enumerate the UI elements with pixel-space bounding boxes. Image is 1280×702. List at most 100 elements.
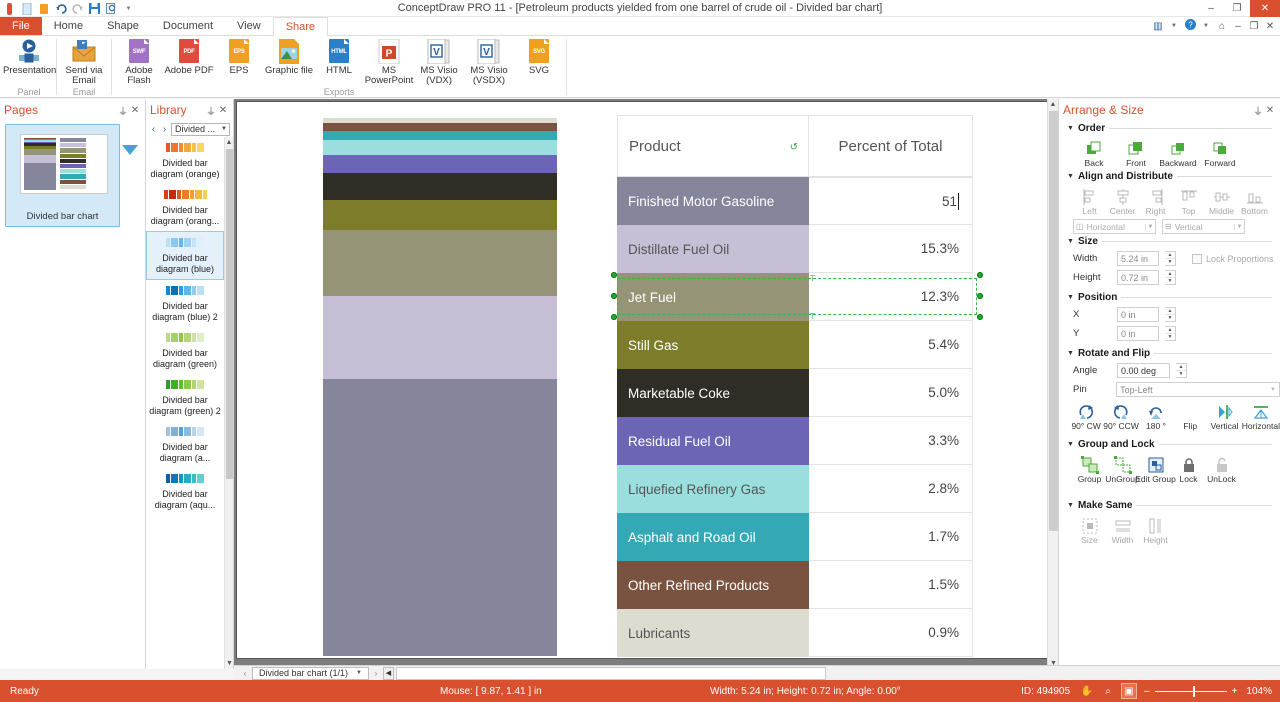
- panel-button-horizontal[interactable]: Horizontal: [1242, 403, 1280, 432]
- bar-segment-jet-fuel[interactable]: [323, 230, 557, 297]
- height-stepper[interactable]: ▲▼: [1165, 270, 1176, 285]
- page-prev-icon[interactable]: ‹: [240, 669, 250, 678]
- panel-button-right[interactable]: Right: [1139, 188, 1172, 217]
- bar-segment-still-gas[interactable]: [323, 200, 557, 229]
- table-row[interactable]: Other Refined Products1.5%: [617, 561, 973, 609]
- table-row[interactable]: Still Gas5.4%: [617, 321, 973, 369]
- pin-icon[interactable]: ⏚: [1252, 103, 1264, 118]
- library-item[interactable]: Divided bar diagram (blue): [146, 231, 224, 280]
- page-tab-bar[interactable]: ‹ Divided bar chart (1/1) ▼ › ◀: [234, 665, 1280, 680]
- table-cell-percent[interactable]: 12.3%: [809, 273, 973, 321]
- ribbon-button-ms-powerpoint[interactable]: PMS PowerPoint: [364, 36, 414, 86]
- table-row[interactable]: Residual Fuel Oil3.3%: [617, 417, 973, 465]
- close-button[interactable]: ✕: [1250, 0, 1280, 17]
- fit-page-tool-icon[interactable]: ▣: [1122, 684, 1136, 698]
- layout-dropdown-icon[interactable]: ▼: [1168, 23, 1180, 29]
- scrollbar-thumb[interactable]: [1049, 111, 1058, 531]
- ribbon-tab-strip[interactable]: FileHomeShapeDocumentViewShare: [0, 17, 1280, 36]
- table-cell-product[interactable]: Liquefied Refinery Gas: [617, 465, 809, 513]
- library-scrollbar[interactable]: ▲ ▼: [224, 137, 233, 669]
- chevron-down-icon[interactable]: ▼: [356, 670, 362, 676]
- table-row[interactable]: Marketable Coke5.0%: [617, 369, 973, 417]
- ribbon-tab-share[interactable]: Share: [273, 17, 328, 37]
- chevron-down-icon[interactable]: ▼: [1234, 224, 1244, 230]
- library-item[interactable]: Divided bar diagram (a...: [146, 421, 224, 468]
- selection-handle[interactable]: [977, 293, 983, 299]
- panel-button-width[interactable]: Width: [1106, 517, 1139, 546]
- panel-button-180-[interactable]: 180 °: [1139, 403, 1173, 432]
- page-split-handle[interactable]: ◀: [383, 667, 394, 680]
- scroll-up-icon[interactable]: ▲: [1048, 99, 1058, 110]
- zoom-tool-icon[interactable]: ⌕: [1101, 684, 1115, 698]
- chevron-down-icon[interactable]: ▼: [1270, 387, 1279, 393]
- canvas-vertical-scrollbar[interactable]: ▲ ▼: [1047, 99, 1058, 669]
- panel-button-size[interactable]: Size: [1073, 517, 1106, 546]
- panel-button-lock[interactable]: Lock: [1172, 456, 1205, 485]
- scroll-down-icon[interactable]: ▼: [225, 658, 234, 669]
- table-cell-product[interactable]: Residual Fuel Oil: [617, 417, 809, 465]
- close-icon[interactable]: ✕: [129, 105, 141, 116]
- library-item[interactable]: Divided bar diagram (orang...: [146, 184, 224, 231]
- bar-segment-other-refined-products[interactable]: [323, 123, 557, 131]
- table-row[interactable]: Liquefied Refinery Gas2.8%: [617, 465, 973, 513]
- library-item[interactable]: Divided bar diagram (green): [146, 327, 224, 374]
- ribbon-button-eps[interactable]: EPSEPS: [214, 36, 264, 76]
- ribbon-tab-shape[interactable]: Shape: [95, 17, 151, 35]
- panel-button-height[interactable]: Height: [1139, 517, 1172, 546]
- table-cell-product[interactable]: Asphalt and Road Oil: [617, 513, 809, 561]
- minimize-button[interactable]: –: [1198, 0, 1224, 17]
- table-cell-percent[interactable]: 51: [809, 177, 973, 225]
- zoom-out-button[interactable]: –: [1144, 686, 1150, 697]
- table-row[interactable]: Finished Motor Gasoline51: [617, 177, 973, 225]
- library-items[interactable]: Divided bar diagram (orange)Divided bar …: [146, 137, 224, 669]
- chevron-down-icon[interactable]: ▼: [221, 126, 229, 132]
- ribbon-button-adobe-pdf[interactable]: PDFAdobe PDF: [164, 36, 214, 76]
- angle-input[interactable]: 0.00 deg: [1117, 363, 1170, 378]
- bar-segment-distillate-fuel-oil[interactable]: [323, 296, 557, 379]
- page-expand-arrow-icon[interactable]: [122, 145, 138, 155]
- pin-icon[interactable]: ⏚: [117, 103, 129, 118]
- scroll-up-icon[interactable]: ▲: [225, 137, 233, 148]
- panel-button-middle[interactable]: Middle: [1205, 188, 1238, 217]
- table-cell-product[interactable]: Jet Fuel: [617, 273, 809, 321]
- rotate-handle-icon[interactable]: ↺: [790, 142, 798, 153]
- panel-button-flip[interactable]: Flip: [1173, 403, 1207, 432]
- bar-segment-residual-fuel-oil[interactable]: [323, 155, 557, 173]
- ribbon-tab-home[interactable]: Home: [42, 17, 95, 35]
- table-cell-product[interactable]: Marketable Coke: [617, 369, 809, 417]
- ribbon-tab-file[interactable]: File: [0, 17, 42, 35]
- zoom-slider-knob[interactable]: [1193, 686, 1195, 697]
- document-window-controls[interactable]: ▥ ▼ ? ▼ ⌂ – ❐ ✕: [1152, 19, 1276, 33]
- table-cell-percent[interactable]: 1.5%: [809, 561, 973, 609]
- group-button-row[interactable]: GroupUnGroupEdit GroupLockUnLock: [1059, 450, 1280, 485]
- help-icon[interactable]: ?: [1184, 19, 1196, 33]
- table-cell-percent[interactable]: 5.4%: [809, 321, 973, 369]
- table-row[interactable]: Distillate Fuel Oil15.3%: [617, 225, 973, 273]
- panel-button-forward[interactable]: Forward: [1199, 140, 1241, 169]
- panel-button-center[interactable]: Center: [1106, 188, 1139, 217]
- chevron-down-icon[interactable]: ▼: [1145, 224, 1155, 230]
- rotate-button-row[interactable]: 90° CW90° CCW180 °FlipVerticalHorizontal: [1059, 397, 1280, 432]
- library-item[interactable]: Divided bar diagram (orange): [146, 137, 224, 184]
- table-cell-product[interactable]: Distillate Fuel Oil: [617, 225, 809, 273]
- library-select[interactable]: Divided ... ▼: [171, 123, 230, 136]
- y-stepper[interactable]: ▲▼: [1165, 326, 1176, 341]
- panel-button-left[interactable]: Left: [1073, 188, 1106, 217]
- panel-button-front[interactable]: Front: [1115, 140, 1157, 169]
- table-cell-percent[interactable]: 5.0%: [809, 369, 973, 417]
- close-icon[interactable]: ✕: [217, 105, 229, 116]
- bar-segment-liquefied-refinery-gas[interactable]: [323, 140, 557, 155]
- table-row[interactable]: Lubricants0.9%: [617, 609, 973, 657]
- ribbon-button-presentation[interactable]: Presentation: [4, 36, 54, 76]
- page-thumbnail[interactable]: Divided bar chart: [5, 124, 120, 227]
- divided-bar-chart[interactable]: [323, 118, 557, 656]
- ribbon-button-adobe-flash[interactable]: SWFAdobe Flash: [114, 36, 164, 86]
- panel-button-group[interactable]: Group: [1073, 456, 1106, 485]
- distribute-row[interactable]: ◫ Horizontal ▼ ⊟ Vertical ▼: [1059, 216, 1280, 234]
- table-cell-percent[interactable]: 3.3%: [809, 417, 973, 465]
- zoom-in-button[interactable]: +: [1232, 686, 1238, 697]
- maximize-button[interactable]: ❐: [1224, 0, 1250, 17]
- x-stepper[interactable]: ▲▼: [1165, 307, 1176, 322]
- width-stepper[interactable]: ▲▼: [1165, 251, 1176, 266]
- bar-segment-asphalt-and-road-oil[interactable]: [323, 131, 557, 140]
